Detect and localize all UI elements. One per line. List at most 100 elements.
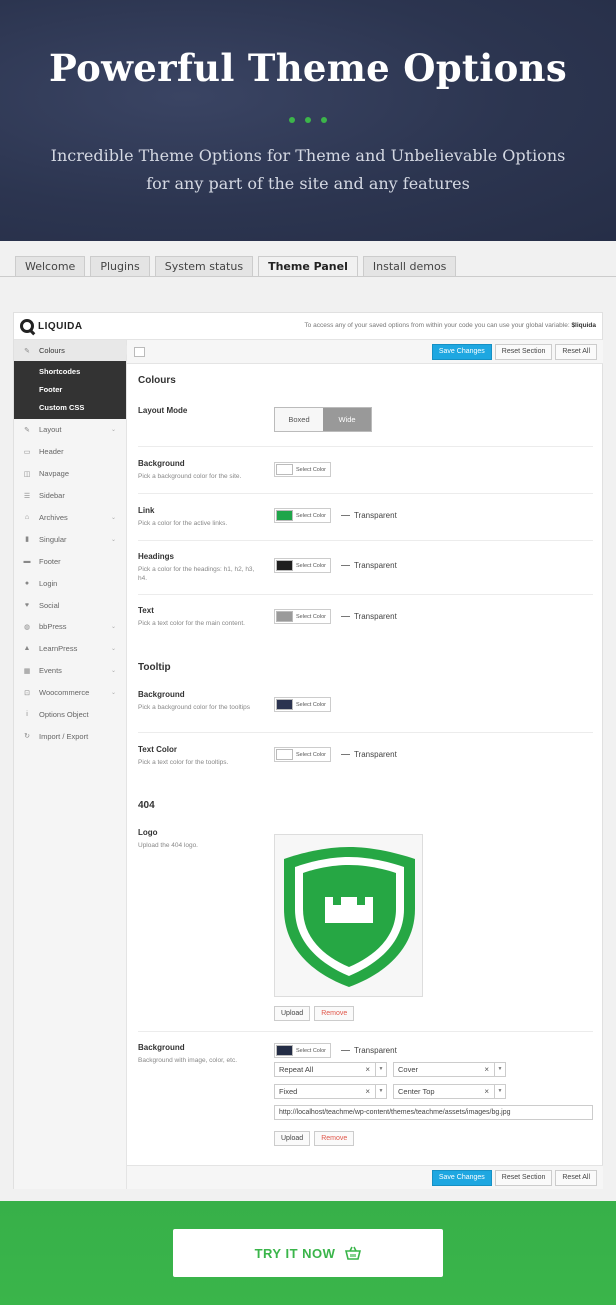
sidebar-item-layout[interactable]: ✎ Layout ⌄ — [14, 419, 126, 441]
panel-header: LIQUIDA To access any of your saved opti… — [14, 313, 602, 340]
headings-color-picker[interactable]: Select Color — [274, 558, 331, 573]
background-url-input[interactable]: http://localhost/teachme/wp-content/them… — [274, 1105, 593, 1120]
tab-install-demos[interactable]: Install demos — [362, 256, 457, 276]
link-color-picker[interactable]: Select Color — [274, 508, 331, 523]
file-icon: ▮ — [25, 536, 29, 544]
chevron-down-icon: ⌄ — [110, 668, 116, 675]
chevron-down-icon: ⌄ — [110, 690, 116, 697]
sidebar-item-header[interactable]: ▭ Header — [14, 441, 126, 463]
admin-tabs: Welcome Plugins System status Theme Pane… — [15, 256, 457, 276]
sidebar-item-social[interactable]: ♥ Social — [14, 594, 126, 616]
colours-submenu: Shortcodes Footer Custom CSS — [14, 361, 126, 419]
text-color-picker[interactable]: Select Color — [274, 609, 331, 624]
tooltip-background-color-picker[interactable]: Select Color — [274, 697, 331, 712]
sidebar-item-colours[interactable]: ✎ Colours — [14, 340, 132, 361]
global-variable-note: To access any of your saved options from… — [304, 322, 596, 329]
sidebar-item-events[interactable]: ▦ Events ⌄ — [14, 660, 126, 682]
transparent-checkbox[interactable]: Transparent — [354, 750, 397, 759]
user-icon: ● — [24, 579, 30, 587]
graduation-icon: ▲ — [23, 645, 31, 653]
hero-subtitle: Incredible Theme Options for Theme and U… — [50, 146, 566, 193]
transparent-checkbox[interactable]: Transparent — [354, 1046, 397, 1055]
transparent-checkbox[interactable]: Transparent — [354, 561, 397, 570]
remove-logo-button[interactable]: Remove — [314, 1006, 355, 1021]
color-swatch — [276, 560, 293, 571]
theme-panel: LIQUIDA To access any of your saved opti… — [13, 312, 603, 1189]
layout-mode-toggle: Boxed Wide — [274, 407, 372, 432]
upload-logo-button[interactable]: Upload — [274, 1006, 311, 1021]
tab-theme-panel[interactable]: Theme Panel — [258, 256, 358, 276]
sidebar-item-options-object[interactable]: i Options Object — [14, 704, 126, 726]
sidebar-item-woocommerce[interactable]: ⊡ Woocommerce ⌄ — [14, 682, 126, 704]
tooltip-text-color-picker[interactable]: Select Color — [274, 747, 331, 762]
background-position-select[interactable]: Center Top × ▼ — [393, 1084, 506, 1099]
reset-all-button[interactable]: Reset All — [555, 344, 597, 360]
transparent-checkbox[interactable]: Transparent — [354, 511, 397, 520]
save-changes-button[interactable]: Save Changes — [431, 344, 492, 360]
sidebar-subitem-shortcodes[interactable]: Shortcodes — [14, 363, 126, 381]
color-swatch — [276, 611, 293, 622]
sidebar-item-learnpress[interactable]: ▲ LearnPress ⌄ — [14, 638, 126, 660]
cart-icon: ⊡ — [24, 689, 30, 697]
expand-icon[interactable] — [134, 347, 145, 357]
sidebar-item-navpage[interactable]: ◫ Navpage — [14, 463, 126, 485]
options-content: Save Changes Reset Section Reset All Col… — [127, 340, 603, 1189]
section-title-404: 404 — [138, 800, 155, 811]
background-size-select[interactable]: Cover × ▼ — [393, 1062, 506, 1077]
layout-wide-option[interactable]: Wide — [323, 408, 371, 431]
remove-background-button[interactable]: Remove — [314, 1131, 355, 1146]
calendar-icon: ▦ — [23, 667, 31, 675]
shield-logo-image — [284, 847, 415, 987]
background-row: Background Pick a background color for t… — [138, 459, 242, 480]
sidebar-item-sidebar[interactable]: ☰ Sidebar — [14, 485, 126, 507]
reset-section-button[interactable]: Reset Section — [494, 344, 553, 360]
tab-welcome[interactable]: Welcome — [15, 256, 86, 276]
background-color-picker[interactable]: Select Color — [274, 462, 331, 477]
bottom-toolbar: Save Changes Reset Section Reset All — [127, 1165, 603, 1189]
section-title-colours: Colours — [138, 375, 176, 386]
layout-boxed-option[interactable]: Boxed — [275, 408, 323, 431]
color-swatch — [276, 510, 293, 521]
chevron-down-icon: ⌄ — [110, 536, 116, 543]
heart-icon: ♥ — [24, 601, 30, 609]
sidebar-item-login[interactable]: ● Login — [14, 572, 126, 594]
brush-icon: ✎ — [24, 347, 30, 355]
logo-preview — [274, 834, 423, 997]
chevron-down-icon: ⌄ — [110, 646, 116, 653]
hero-banner: Powerful Theme Options Incredible Theme … — [0, 0, 616, 241]
color-swatch — [276, 1045, 293, 1056]
color-swatch — [276, 699, 293, 710]
tab-system-status[interactable]: System status — [154, 256, 254, 276]
sidebar-item-singular[interactable]: ▮ Singular ⌄ — [14, 528, 126, 550]
reset-all-button-bottom[interactable]: Reset All — [555, 1170, 597, 1186]
sidebar-item-archives[interactable]: ⌂ Archives ⌄ — [14, 507, 126, 529]
wrench-icon: ✎ — [24, 426, 30, 434]
sidebar-subitem-footer[interactable]: Footer — [14, 381, 126, 399]
chat-icon: ◍ — [23, 623, 31, 631]
sidebar-item-import-export[interactable]: ↻ Import / Export — [14, 725, 126, 747]
background-repeat-select[interactable]: Repeat All × ▼ — [274, 1062, 387, 1077]
logo-icon — [20, 319, 34, 333]
sidebar-subitem-custom-css[interactable]: Custom CSS — [14, 399, 126, 417]
hero-dots — [0, 110, 616, 128]
sidebar-item-footer[interactable]: ▬ Footer — [14, 550, 126, 572]
save-changes-button-bottom[interactable]: Save Changes — [431, 1170, 492, 1186]
try-it-now-button[interactable]: TRY IT NOW — [173, 1229, 443, 1277]
chevron-down-icon: ⌄ — [110, 515, 116, 521]
sidebar-item-bbpress[interactable]: ◍ bbPress ⌄ — [14, 616, 126, 638]
section-title-tooltip: Tooltip — [138, 662, 171, 673]
tab-plugins[interactable]: Plugins — [90, 256, 150, 276]
liquida-logo: LIQUIDA — [20, 319, 83, 333]
options-sidebar: ✎ Colours Shortcodes Footer Custom CSS ✎… — [14, 340, 132, 1189]
chevron-down-icon: ⌄ — [110, 624, 116, 631]
color-swatch — [276, 464, 293, 475]
transparent-checkbox[interactable]: Transparent — [354, 612, 397, 621]
upload-background-button[interactable]: Upload — [274, 1131, 311, 1146]
background-attachment-select[interactable]: Fixed × ▼ — [274, 1084, 387, 1099]
home-icon: ⌂ — [24, 514, 30, 521]
sidebar-icon: ☰ — [23, 492, 31, 500]
background-404-color-picker[interactable]: Select Color — [274, 1043, 331, 1058]
chevron-down-icon: ⌄ — [110, 427, 116, 434]
navpage-icon: ◫ — [23, 470, 31, 478]
reset-section-button-bottom[interactable]: Reset Section — [494, 1170, 553, 1186]
